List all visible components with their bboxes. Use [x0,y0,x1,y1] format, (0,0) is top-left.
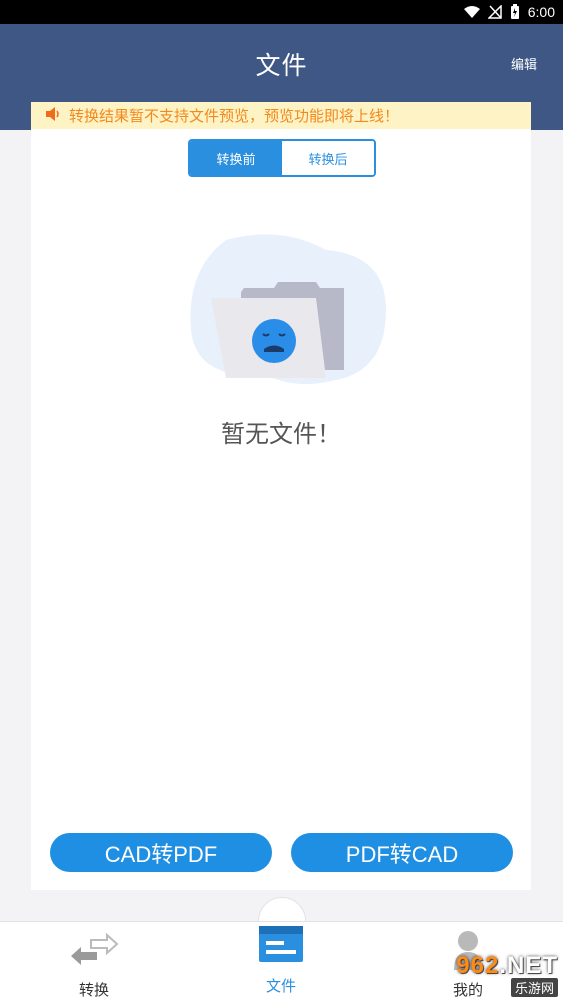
notice-text: 转换结果暂不支持文件预览，预览功能即将上线！ [69,107,400,125]
notice-banner: 转换结果暂不支持文件预览，预览功能即将上线！ [31,102,531,129]
cad-to-pdf-button[interactable]: CAD转PDF [50,833,272,872]
page-title: 文件 [255,51,308,80]
main-card: 转换结果暂不支持文件预览，预览功能即将上线！ 转换前 转换后 暂无文件！ CAD… [31,102,531,890]
edit-button[interactable]: 编辑 [511,54,537,73]
tab-before-conversion[interactable]: 转换前 [190,141,282,175]
status-time: 6:00 [527,4,555,20]
nav-item-convert[interactable]: 转换 [34,922,154,1000]
battery-icon [510,4,520,20]
wifi-icon [463,5,480,19]
signal-icon [487,5,502,19]
file-list-icon [221,924,341,964]
pdf-to-cad-button[interactable]: PDF转CAD [291,833,513,872]
nav-label-files: 文件 [265,977,296,995]
convert-arrows-icon [34,932,154,968]
watermark-logo: 962.NET 乐游网 [424,950,558,998]
conversion-tabs: 转换前 转换后 [188,139,376,177]
tab-after-conversion[interactable]: 转换后 [282,141,374,175]
nav-item-files[interactable]: 文件 [221,922,341,1000]
watermark-top: 962.NET [456,951,558,979]
empty-state-text: 暂无文件！ [221,420,341,448]
speaker-icon [45,106,61,125]
watermark-bottom: 乐游网 [510,977,558,997]
status-bar: 6:00 [0,0,563,24]
nav-label-convert: 转换 [78,981,109,999]
sad-folder-icon [190,234,386,384]
